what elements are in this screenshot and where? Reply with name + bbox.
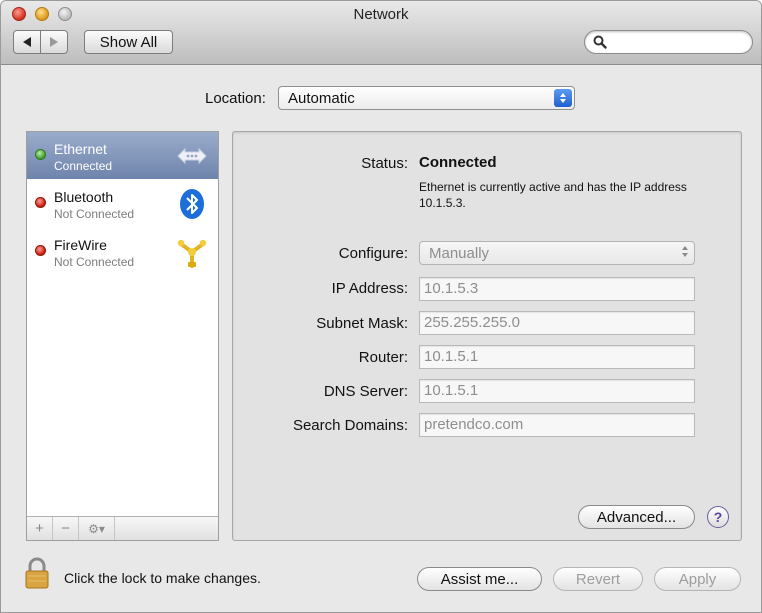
location-value: Automatic xyxy=(288,89,355,107)
help-button[interactable]: ? xyxy=(707,506,729,528)
service-name: Ethernet xyxy=(54,141,107,157)
ip-address-field[interactable]: 10.1.5.3 xyxy=(419,277,695,301)
apply-button[interactable]: Apply xyxy=(654,567,741,591)
service-list: Ethernet Connected Bluetooth Not Connect… xyxy=(26,131,219,541)
status-dot-red xyxy=(35,197,46,208)
remove-service-button[interactable]: − xyxy=(53,517,79,540)
service-item-firewire[interactable]: FireWire Not Connected xyxy=(27,228,218,275)
location-popup[interactable]: Automatic xyxy=(278,86,575,110)
service-status: Connected xyxy=(54,159,113,173)
toolbar: Network Show All xyxy=(1,1,761,65)
dns-server-field[interactable]: 10.1.5.1 xyxy=(419,379,695,403)
network-preferences-window: Network Show All Location: Automatic Eth… xyxy=(0,0,762,613)
service-status: Not Connected xyxy=(54,255,135,269)
configure-label: Configure: xyxy=(338,245,408,262)
search-domains-field[interactable]: pretendco.com xyxy=(419,413,695,437)
location-label: Location: xyxy=(205,90,266,107)
popup-arrows-icon xyxy=(554,89,572,107)
status-value: Connected xyxy=(419,154,497,171)
search-input[interactable] xyxy=(611,33,747,51)
popup-arrows-icon xyxy=(682,246,688,257)
service-name: Bluetooth xyxy=(54,189,114,205)
subnet-mask-label: Subnet Mask: xyxy=(316,315,408,332)
bluetooth-icon xyxy=(180,189,204,219)
assist-me-button[interactable]: Assist me... xyxy=(417,567,542,591)
show-all-button[interactable]: Show All xyxy=(84,30,173,54)
service-name: FireWire xyxy=(54,237,107,253)
window-title: Network xyxy=(353,6,409,23)
dns-server-label: DNS Server: xyxy=(323,383,408,400)
status-dot-green xyxy=(35,149,46,160)
status-label: Status: xyxy=(361,155,408,172)
ip-address-label: IP Address: xyxy=(331,280,408,297)
configure-value: Manually xyxy=(429,244,490,262)
subnet-mask-field[interactable]: 255.255.255.0 xyxy=(419,311,695,335)
search-icon xyxy=(593,35,607,49)
lock-icon[interactable] xyxy=(25,557,49,589)
action-menu-button[interactable]: ⚙▾ xyxy=(79,517,115,540)
advanced-button[interactable]: Advanced... xyxy=(578,505,695,529)
firewire-icon xyxy=(177,239,207,268)
service-item-ethernet[interactable]: Ethernet Connected xyxy=(27,132,218,179)
service-item-bluetooth[interactable]: Bluetooth Not Connected xyxy=(27,180,218,227)
router-label: Router: xyxy=(358,349,408,366)
search-field[interactable] xyxy=(584,30,753,54)
forward-arrow-icon xyxy=(50,37,58,47)
search-domains-label: Search Domains: xyxy=(292,417,408,434)
revert-button[interactable]: Revert xyxy=(553,567,643,591)
add-service-button[interactable]: + xyxy=(27,517,53,540)
network-detail-panel: Status: Connected Ethernet is currently … xyxy=(232,131,742,541)
router-field[interactable]: 10.1.5.1 xyxy=(419,345,695,369)
service-status: Not Connected xyxy=(54,207,135,221)
status-dot-red xyxy=(35,245,46,256)
back-arrow-icon xyxy=(23,37,31,47)
status-description: Ethernet is currently active and has the… xyxy=(419,180,687,210)
configure-popup[interactable]: Manually xyxy=(419,241,695,265)
forward-button[interactable] xyxy=(40,30,68,54)
back-button[interactable] xyxy=(13,30,41,54)
lock-message: Click the lock to make changes. xyxy=(64,570,261,586)
ethernet-icon xyxy=(177,147,207,165)
service-list-toolbar: + − ⚙▾ xyxy=(27,516,218,540)
